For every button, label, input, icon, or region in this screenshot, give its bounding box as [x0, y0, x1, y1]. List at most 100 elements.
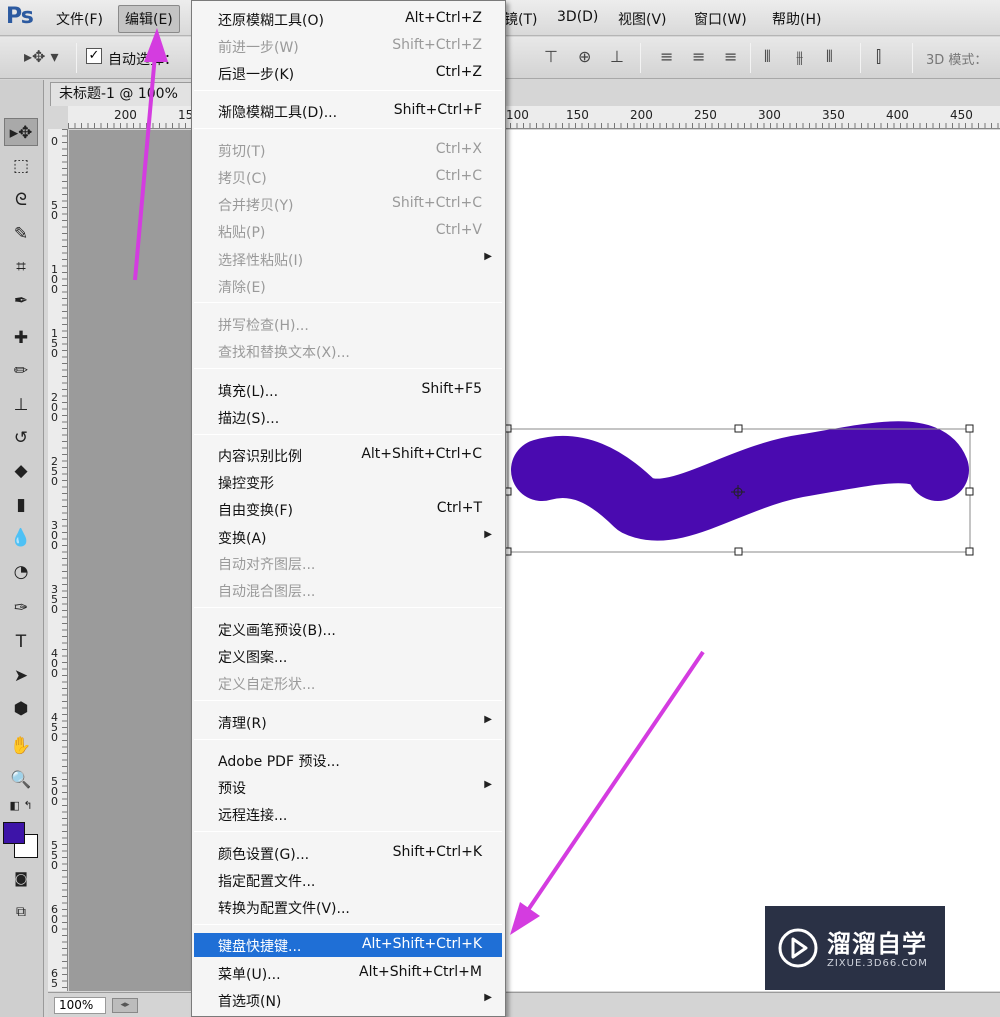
menu-item-preferences[interactable]: 首选项(N) ▶ [194, 988, 502, 1012]
ruler-label: 2 0 0 [51, 391, 58, 424]
hand-tool-icon[interactable]: ✋ [4, 732, 38, 760]
blur-tool-icon[interactable]: 💧 [4, 524, 38, 552]
menu-item-label: 清除(E) [218, 280, 266, 296]
menu-item-define-pattern[interactable]: 定义图案... [194, 644, 502, 668]
marquee-tool-icon[interactable]: ⬚ [4, 152, 38, 180]
menu-item-puppet-warp[interactable]: 操控变形 [194, 470, 502, 494]
menu-item-auto-blend-layers[interactable]: 自动混合图层... [194, 578, 502, 602]
menu-item-auto-align-layers[interactable]: 自动对齐图层... [194, 551, 502, 575]
menu-item-step-forward[interactable]: 前进一步(W) Shift+Ctrl+Z [194, 34, 502, 58]
menu-item-label: 渐隐模糊工具(D)... [218, 105, 338, 121]
menu-item-step-backward[interactable]: 后退一步(K) Ctrl+Z [194, 61, 502, 85]
menu-item-label: 定义画笔预设(B)... [218, 623, 336, 639]
move-tool-icon[interactable]: ▸✥ [4, 118, 38, 146]
distribute-vcenter-icon[interactable]: ≡ [692, 47, 705, 66]
type-tool-icon[interactable]: T [4, 628, 38, 656]
menu-edit[interactable]: 编辑(E) [118, 5, 180, 33]
separator [860, 43, 861, 73]
gradient-tool-icon[interactable]: ▮ [4, 491, 38, 519]
clone-stamp-tool-icon[interactable]: ⊥ [4, 391, 38, 419]
menu-item-cut[interactable]: 剪切(T) Ctrl+X [194, 138, 502, 162]
menu-item-color-settings[interactable]: 颜色设置(G)... Shift+Ctrl+K [194, 841, 502, 865]
distribute-left-icon[interactable]: ⫴ [764, 47, 771, 67]
swap-colors-icon[interactable]: ◧ ↰ [4, 792, 38, 820]
move-tool-preset-icon[interactable]: ▸✥ ▾ [24, 47, 59, 66]
eyedropper-tool-icon[interactable]: ✒ [4, 287, 38, 315]
document-tab[interactable]: 未标题-1 @ 100% [50, 82, 195, 106]
ruler-label: 1 0 0 [51, 263, 58, 296]
menu-help[interactable]: 帮助(H) [768, 8, 825, 30]
purple-brush-stroke[interactable] [511, 421, 969, 541]
menu-item-transform[interactable]: 变换(A) ▶ [194, 525, 502, 549]
menu-item-shortcut: Shift+Ctrl+Z [392, 37, 482, 53]
zoom-tool-icon[interactable]: 🔍 [4, 766, 38, 794]
document-canvas[interactable] [503, 130, 1000, 991]
menu-item-remote-connections[interactable]: 远程连接... [194, 802, 502, 826]
history-brush-tool-icon[interactable]: ↺ [4, 424, 38, 452]
pen-tool-icon[interactable]: ✑ [4, 594, 38, 622]
crop-tool-icon[interactable]: ⌗ [4, 253, 38, 281]
menu-file[interactable]: 文件(F) [52, 8, 107, 30]
menu-window[interactable]: 窗口(W) [690, 8, 751, 30]
auto-align-layers-icon[interactable]: ⫿ [876, 47, 881, 67]
brush-tool-icon[interactable]: ✏ [4, 357, 38, 385]
menu-item-paste-special[interactable]: 选择性粘贴(I) ▶ [194, 247, 502, 271]
menu-item-assign-profile[interactable]: 指定配置文件... [194, 868, 502, 892]
eraser-tool-icon[interactable]: ◆ [4, 457, 38, 485]
menu-item-convert-profile[interactable]: 转换为配置文件(V)... [194, 895, 502, 919]
dodge-tool-icon[interactable]: ◔ [4, 558, 38, 586]
menu-item-clear[interactable]: 清除(E) [194, 274, 502, 298]
path-selection-tool-icon[interactable]: ➤ [4, 662, 38, 690]
menu-item-shortcut: Ctrl+Z [435, 64, 482, 80]
quick-mask-icon[interactable]: ◙ [4, 865, 38, 893]
menu-item-label: 定义自定形状... [218, 677, 316, 693]
distribute-hcenter-icon[interactable]: ⫵ [796, 47, 803, 67]
menu-item-copy[interactable]: 拷贝(C) Ctrl+C [194, 165, 502, 189]
status-info-icon[interactable]: ◂▸ [112, 998, 138, 1013]
menu-item-stroke[interactable]: 描边(S)... [194, 405, 502, 429]
quick-select-tool-icon[interactable]: ✎ [4, 220, 38, 248]
menu-item-label: Adobe PDF 预设... [218, 754, 340, 770]
submenu-arrow-icon: ▶ [484, 779, 492, 790]
zoom-level-field[interactable]: 100% [54, 997, 106, 1014]
distribute-bottom-icon[interactable]: ≡ [724, 47, 737, 66]
healing-brush-tool-icon[interactable]: ✚ [4, 324, 38, 352]
align-vcenter-icon[interactable]: ⊕ [578, 47, 591, 66]
screen-mode-icon[interactable]: ⧉ [4, 898, 38, 926]
menu-item-label: 自由变换(F) [218, 503, 293, 519]
menu-separator [194, 302, 502, 303]
menu-item-fill[interactable]: 填充(L)... Shift+F5 [194, 378, 502, 402]
foreground-color-swatch[interactable] [3, 822, 25, 844]
menu-item-copy-merged[interactable]: 合并拷贝(Y) Shift+Ctrl+C [194, 192, 502, 216]
menu-item-shortcut: Ctrl+X [435, 141, 482, 157]
menu-item-paste[interactable]: 粘贴(P) Ctrl+V [194, 219, 502, 243]
menu-item-menus[interactable]: 菜单(U)... Alt+Shift+Ctrl+M [194, 961, 502, 985]
menu-item-fade[interactable]: 渐隐模糊工具(D)... Shift+Ctrl+F [194, 99, 502, 123]
menu-item-label: 还原模糊工具(O) [218, 13, 324, 29]
menu-item-pdf-presets[interactable]: Adobe PDF 预设... [194, 748, 502, 772]
align-top-icon[interactable]: ⊤ [544, 47, 558, 66]
align-bottom-icon[interactable]: ⊥ [610, 47, 624, 66]
menu-item-content-aware-scale[interactable]: 内容识别比例 Alt+Shift+Ctrl+C [194, 443, 502, 467]
menu-filter[interactable]: 镜(T) [500, 8, 541, 30]
distribute-right-icon[interactable]: ⫴ [826, 47, 833, 67]
menu-3d[interactable]: 3D(D) [553, 8, 602, 26]
distribute-top-icon[interactable]: ≡ [660, 47, 673, 66]
shape-tool-icon[interactable]: ⬢ [4, 695, 38, 723]
menu-item-undo[interactable]: 还原模糊工具(O) Alt+Ctrl+Z [194, 7, 502, 31]
menu-item-define-custom-shape[interactable]: 定义自定形状... [194, 671, 502, 695]
menu-item-free-transform[interactable]: 自由变换(F) Ctrl+T [194, 497, 502, 521]
auto-select-checkbox[interactable]: ✓ [86, 48, 102, 64]
menu-item-define-brush[interactable]: 定义画笔预设(B)... [194, 617, 502, 641]
ruler-label: 200 [630, 108, 653, 122]
menu-item-presets[interactable]: 预设 ▶ [194, 775, 502, 799]
menu-item-label: 后退一步(K) [218, 67, 295, 83]
menu-item-find-replace[interactable]: 查找和替换文本(X)... [194, 339, 502, 363]
menu-item-check-spelling[interactable]: 拼写检查(H)... [194, 312, 502, 336]
photoshop-logo: Ps [6, 4, 34, 29]
lasso-tool-icon[interactable]: ᘓ [4, 186, 38, 214]
menu-item-keyboard-shortcuts[interactable]: 键盘快捷键... Alt+Shift+Ctrl+K [194, 933, 502, 957]
submenu-arrow-icon: ▶ [484, 714, 492, 725]
menu-view[interactable]: 视图(V) [614, 8, 671, 30]
menu-item-purge[interactable]: 清理(R) ▶ [194, 710, 502, 734]
